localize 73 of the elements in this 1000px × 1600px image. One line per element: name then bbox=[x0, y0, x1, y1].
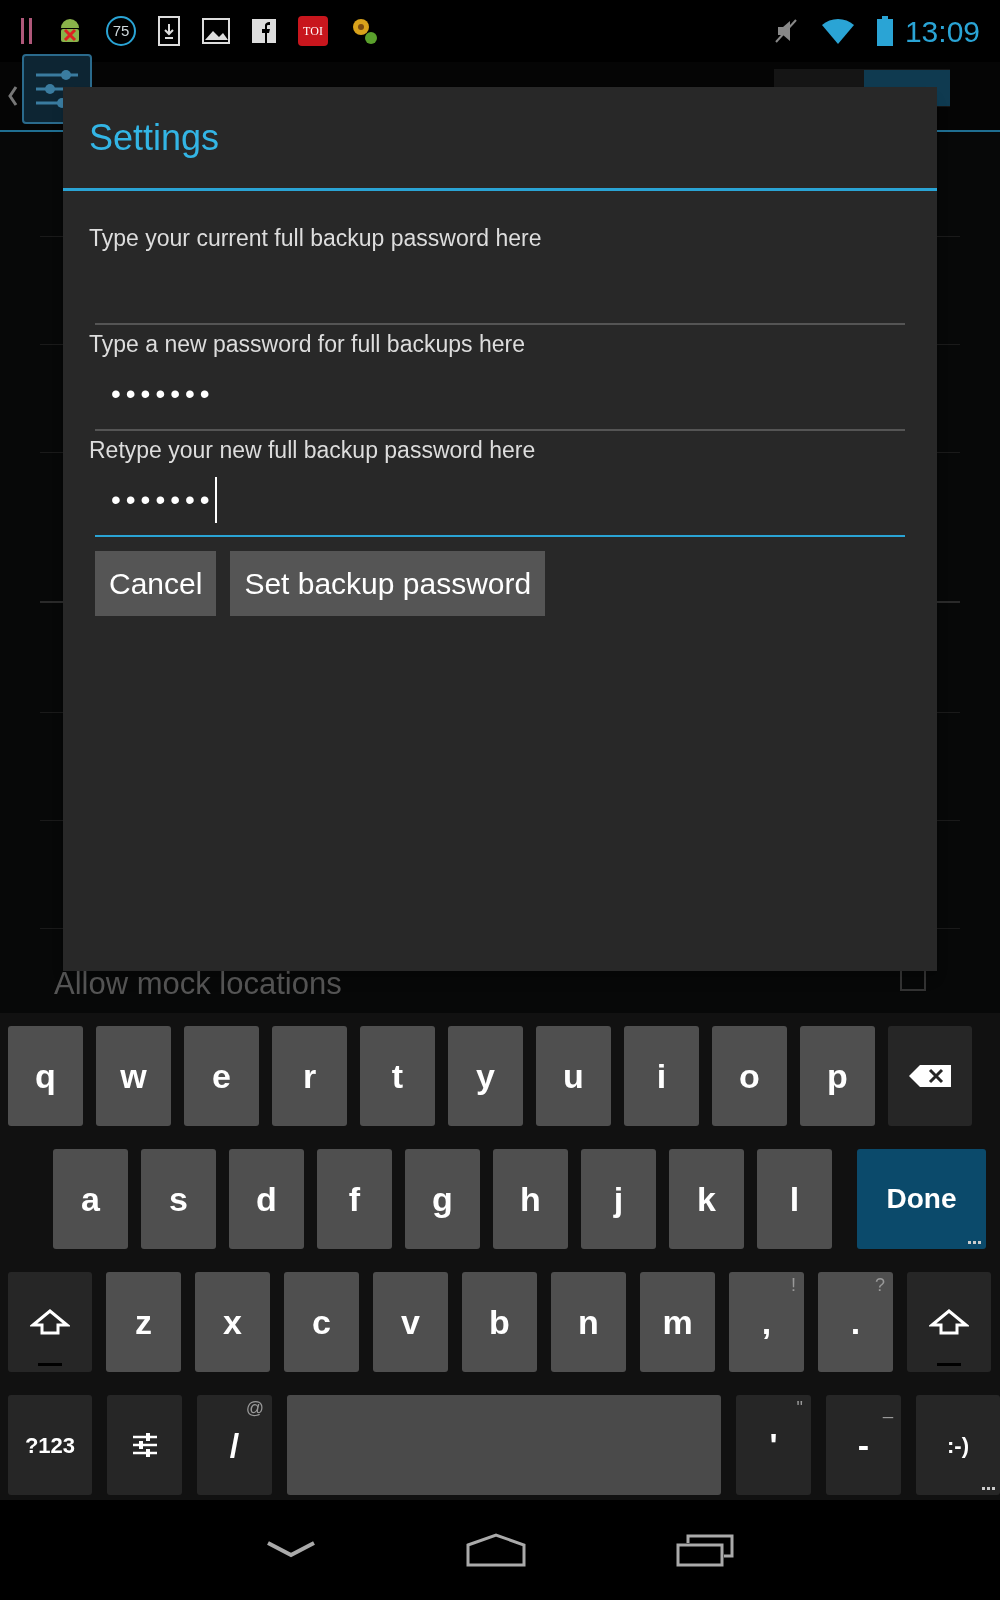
keyboard-key[interactable]: h bbox=[493, 1149, 568, 1249]
keyboard-key[interactable]: b bbox=[462, 1272, 537, 1372]
text-cursor bbox=[214, 477, 217, 523]
keyboard-key[interactable]: f bbox=[317, 1149, 392, 1249]
field-label: Retype your new full backup password here bbox=[89, 436, 537, 465]
key-hint: ? bbox=[875, 1276, 885, 1294]
key-hint: _ bbox=[883, 1399, 893, 1417]
backspace-icon bbox=[908, 1064, 952, 1088]
keyboard-key[interactable]: x bbox=[195, 1272, 270, 1372]
wifi-icon bbox=[820, 17, 855, 45]
keyboard-key[interactable]: q bbox=[8, 1026, 83, 1126]
backspace-key[interactable] bbox=[888, 1026, 972, 1126]
clock: 13:09 bbox=[904, 13, 980, 50]
dialog-title: Settings bbox=[89, 115, 220, 160]
back-caret-icon[interactable] bbox=[8, 85, 18, 107]
keyboard-key[interactable]: ' " bbox=[736, 1395, 811, 1495]
done-key[interactable]: Done bbox=[857, 1149, 986, 1249]
keyboard-key[interactable]: t bbox=[360, 1026, 435, 1126]
keyboard-key[interactable]: y bbox=[448, 1026, 523, 1126]
field-label: Type a new password for full backups here bbox=[89, 330, 526, 359]
password-field[interactable]: ••••••• bbox=[95, 465, 905, 537]
field-label: Type your current full backup password here bbox=[89, 224, 543, 253]
keyboard-key[interactable]: i bbox=[624, 1026, 699, 1126]
keyboard-key[interactable]: o bbox=[712, 1026, 787, 1126]
image-icon bbox=[202, 18, 230, 44]
keyboard-key[interactable]: j bbox=[581, 1149, 656, 1249]
news-app-icon: TOI bbox=[298, 16, 328, 46]
keyboard-key[interactable]: u bbox=[536, 1026, 611, 1126]
shift-icon bbox=[929, 1309, 969, 1335]
key-hint: " bbox=[796, 1399, 803, 1417]
shift-key[interactable] bbox=[907, 1272, 991, 1372]
home-icon[interactable] bbox=[466, 1533, 526, 1567]
keyboard-key[interactable]: w bbox=[96, 1026, 171, 1126]
keyboard-key[interactable]: p bbox=[800, 1026, 875, 1126]
pause-bars-icon bbox=[20, 16, 34, 46]
count-badge: 75 bbox=[106, 16, 136, 46]
flower-icon bbox=[350, 16, 378, 46]
keyboard-key[interactable]: g bbox=[405, 1149, 480, 1249]
dialog-button[interactable]: Cancel bbox=[95, 551, 217, 616]
download-icon bbox=[158, 16, 180, 46]
keyboard-key[interactable]: z bbox=[106, 1272, 181, 1372]
key-hint: ! bbox=[791, 1276, 796, 1294]
keyboard-key[interactable]: m bbox=[640, 1272, 715, 1372]
keyboard-key[interactable]: k bbox=[669, 1149, 744, 1249]
keyboard-key[interactable]: d bbox=[229, 1149, 304, 1249]
key-indicator-line bbox=[38, 1363, 62, 1366]
back-icon[interactable] bbox=[266, 1540, 316, 1560]
shift-icon bbox=[30, 1309, 70, 1335]
keyboard-key[interactable]: v bbox=[373, 1272, 448, 1372]
keyboard-key[interactable]: s bbox=[141, 1149, 216, 1249]
keyboard-key[interactable]: n bbox=[551, 1272, 626, 1372]
keyboard-key[interactable]: , ! bbox=[729, 1272, 804, 1372]
settings-key[interactable] bbox=[107, 1395, 182, 1495]
shift-key[interactable] bbox=[8, 1272, 92, 1372]
keyboard-key[interactable]: / @ bbox=[197, 1395, 272, 1495]
facebook-icon bbox=[252, 19, 276, 43]
battery-icon bbox=[876, 16, 893, 46]
keyboard-key[interactable]: e bbox=[184, 1026, 259, 1126]
keyboard-key[interactable]: c bbox=[284, 1272, 359, 1372]
keyboard-key[interactable]: :-) bbox=[916, 1395, 1000, 1495]
keyboard-key[interactable]: a bbox=[53, 1149, 128, 1249]
key-hint: @ bbox=[245, 1399, 264, 1417]
sliders-icon bbox=[130, 1431, 159, 1459]
keyboard-key[interactable]: r bbox=[272, 1026, 347, 1126]
recents-icon[interactable] bbox=[676, 1533, 734, 1567]
dialog-button[interactable]: Set backup password bbox=[230, 551, 546, 616]
keyboard-key[interactable]: . ? bbox=[818, 1272, 893, 1372]
row-title: Allow mock locations bbox=[54, 965, 343, 1003]
password-field[interactable]: ••••••• bbox=[95, 359, 905, 431]
keyboard-key[interactable]: l bbox=[757, 1149, 832, 1249]
keyboard-key[interactable]: - _ bbox=[826, 1395, 901, 1495]
key-indicator-line bbox=[937, 1363, 961, 1366]
keyboard-key[interactable]: ?123 bbox=[8, 1395, 92, 1495]
